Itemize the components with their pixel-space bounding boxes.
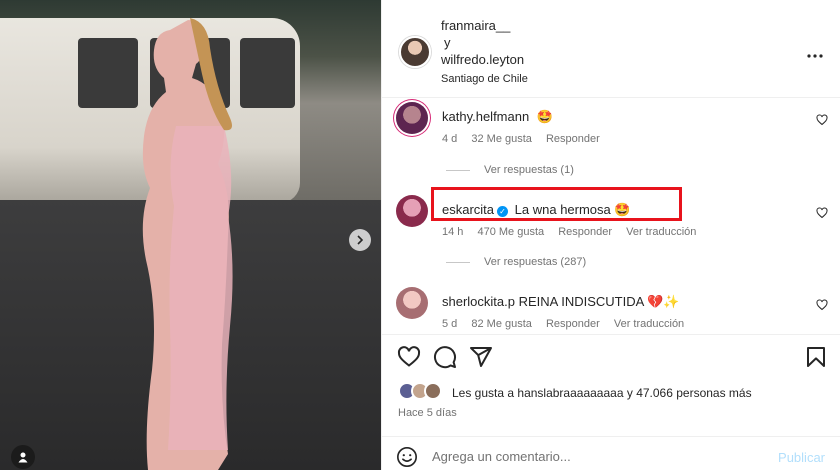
bookmark-icon[interactable]	[804, 345, 828, 369]
reply-button[interactable]: Responder	[546, 133, 600, 145]
translate-button[interactable]: Ver traducción	[614, 318, 684, 330]
post-authors: franmaira__ y wilfredo.leyton Santiago d…	[441, 17, 528, 88]
comment-meta: 5 d 82 Me gusta Responder Ver traducción	[442, 318, 695, 330]
tagged-users-button[interactable]	[11, 445, 35, 469]
heart-icon[interactable]	[816, 299, 828, 311]
heart-icon[interactable]	[816, 207, 828, 219]
more-horizontal-icon	[807, 54, 823, 58]
liker-username[interactable]: hanslabraaaaaaaaa	[517, 386, 623, 400]
actions-divider	[382, 334, 840, 335]
next-photo-button[interactable]	[349, 229, 371, 251]
post-timestamp[interactable]: Hace 5 días	[398, 407, 457, 419]
comment-username[interactable]: eskarcita	[442, 202, 494, 217]
likes-prefix: Les gusta a	[452, 386, 515, 400]
comment-icon[interactable]	[433, 345, 457, 369]
chevron-right-icon	[357, 235, 364, 245]
avatar[interactable]	[396, 102, 428, 134]
verified-badge-icon: ✓	[497, 206, 509, 217]
comment: sherlockita.p REINA INDISCUTIDA 💔✨ 5 d 8…	[396, 287, 836, 337]
more-options-button[interactable]	[807, 42, 823, 63]
comment-body: eskarcita ✓ La wna hermosa 🤩	[442, 202, 631, 218]
publish-button[interactable]: Publicar	[778, 450, 825, 465]
author-conjunction: y	[444, 35, 451, 50]
comment-likes[interactable]: 82 Me gusta	[471, 318, 532, 330]
reply-button[interactable]: Responder	[546, 318, 600, 330]
comment-composer: Publicar	[382, 436, 840, 470]
woman-figure	[142, 18, 233, 470]
comment: kathy.helfmann 🤩 4 d 32 Me gusta Respond…	[396, 102, 836, 162]
translate-button[interactable]: Ver traducción	[626, 226, 696, 238]
comment-likes[interactable]: 470 Me gusta	[477, 226, 544, 238]
comment-username[interactable]: sherlockita.p	[442, 294, 515, 309]
author-username[interactable]: franmaira__	[441, 17, 528, 34]
share-icon[interactable]	[469, 345, 493, 369]
comment: eskarcita ✓ La wna hermosa 🤩 14 h 470 Me …	[396, 195, 836, 255]
comment-meta: 4 d 32 Me gusta Responder	[442, 133, 611, 145]
comment-meta: 14 h 470 Me gusta Responder Ver traducci…	[442, 226, 707, 238]
comment-time[interactable]: 14 h	[442, 226, 463, 238]
post-header: franmaira__ y wilfredo.leyton Santiago d…	[382, 0, 840, 98]
comment-body: kathy.helfmann 🤩	[442, 109, 553, 125]
user-icon	[18, 452, 28, 463]
comment-text: La wna hermosa 🤩	[514, 202, 631, 217]
post-photo[interactable]	[0, 0, 381, 470]
coauthor-username[interactable]: wilfredo.leyton	[441, 51, 528, 68]
comment-text: REINA INDISCUTIDA 💔✨	[518, 294, 680, 309]
liker-avatars	[398, 382, 446, 402]
comment-username[interactable]: kathy.helfmann	[442, 109, 529, 124]
comment-body: sherlockita.p REINA INDISCUTIDA 💔✨	[442, 294, 680, 310]
comment-input[interactable]	[432, 446, 762, 466]
likes-text: Les gusta a hanslabraaaaaaaaa y 47.066 p…	[452, 386, 752, 400]
view-replies-button[interactable]: Ver respuestas (287)	[446, 256, 586, 268]
like-heart-icon[interactable]	[397, 345, 421, 369]
comment-time[interactable]: 5 d	[442, 318, 457, 330]
comment-time[interactable]: 4 d	[442, 133, 457, 145]
avatar[interactable]	[399, 36, 431, 68]
post-panel: franmaira__ y wilfredo.leyton Santiago d…	[381, 0, 840, 470]
avatar	[424, 382, 442, 400]
likes-summary: Les gusta a hanslabraaaaaaaaa y 47.066 p…	[398, 382, 828, 404]
likes-others-count[interactable]: 47.066 personas más	[636, 386, 751, 400]
post-location[interactable]: Santiago de Chile	[441, 71, 528, 88]
avatar[interactable]	[396, 287, 428, 319]
view-replies-button[interactable]: Ver respuestas (1)	[446, 164, 574, 176]
likes-connector: y	[626, 386, 633, 400]
comment-likes[interactable]: 32 Me gusta	[471, 133, 532, 145]
emoji-icon[interactable]	[396, 446, 418, 468]
avatar[interactable]	[396, 195, 428, 227]
heart-icon[interactable]	[816, 114, 828, 126]
comment-text: 🤩	[536, 109, 554, 124]
reply-button[interactable]: Responder	[558, 226, 612, 238]
